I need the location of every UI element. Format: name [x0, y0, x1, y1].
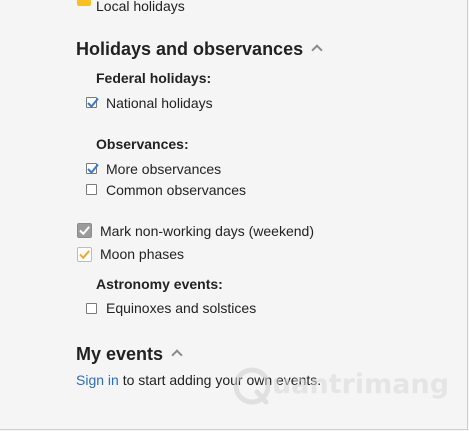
chevron-up-icon[interactable] — [311, 44, 323, 56]
signin-link[interactable]: Sign in — [76, 372, 119, 388]
national-holidays-label[interactable]: National holidays — [106, 95, 213, 111]
signin-prompt: Sign in to start adding your own events. — [76, 372, 321, 388]
equinoxes-label[interactable]: Equinoxes and solstices — [106, 300, 256, 316]
mark-nonworking-checkbox[interactable] — [77, 223, 92, 238]
moon-phases-label[interactable]: Moon phases — [100, 246, 184, 262]
observances-heading: Observances: — [96, 136, 189, 152]
moon-phases-checkbox[interactable] — [77, 247, 92, 262]
common-observances-checkbox[interactable] — [86, 184, 97, 195]
signin-rest-text: to start adding your own events. — [118, 372, 322, 388]
astronomy-events-heading: Astronomy events: — [96, 276, 223, 292]
chevron-up-icon[interactable] — [171, 349, 183, 361]
equinoxes-checkbox[interactable] — [86, 303, 97, 314]
holidays-section-title[interactable]: Holidays and observances — [76, 38, 303, 60]
local-holidays-label[interactable]: Local holidays — [96, 0, 185, 14]
settings-panel: Local holidays Holidays and observances … — [0, 0, 468, 430]
checkmark-icon — [79, 226, 90, 236]
more-observances-checkbox[interactable] — [86, 163, 99, 174]
my-events-title[interactable]: My events — [76, 343, 163, 365]
common-observances-label[interactable]: Common observances — [106, 182, 246, 198]
checkmark-icon — [79, 250, 90, 260]
national-holidays-checkbox[interactable] — [86, 97, 99, 108]
checkmark-icon — [87, 97, 99, 108]
more-observances-label[interactable]: More observances — [106, 161, 221, 177]
local-holidays-color-swatch[interactable] — [77, 0, 91, 6]
mark-nonworking-label[interactable]: Mark non-working days (weekend) — [100, 223, 314, 239]
federal-holidays-heading: Federal holidays: — [96, 70, 212, 86]
checkmark-icon — [87, 163, 99, 174]
